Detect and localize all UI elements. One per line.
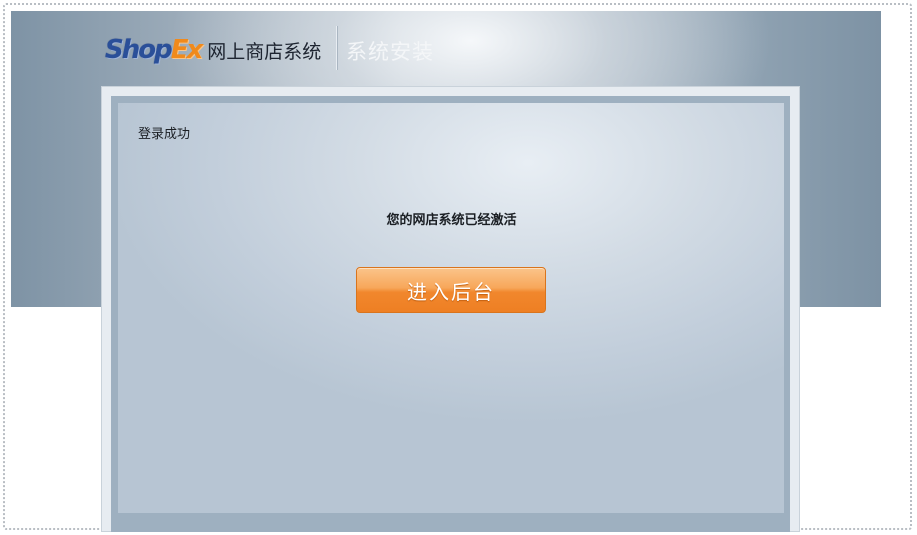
logo-ex-text: Ex [170,35,204,65]
logo-shop-text: Shop [105,35,173,65]
login-status-text: 登录成功 [138,127,191,142]
activation-message: 您的网店系统已经激活 [386,213,517,228]
product-name: 网上商店系统 [207,40,322,63]
page-title: 系统安装 [346,40,434,64]
header-divider [336,26,337,70]
enter-admin-button-label: 进入后台 [407,279,495,304]
shopex-logo: Shop Ex 网上商店系统 [105,30,321,70]
enter-admin-button[interactable]: 进入后台 [356,267,546,313]
